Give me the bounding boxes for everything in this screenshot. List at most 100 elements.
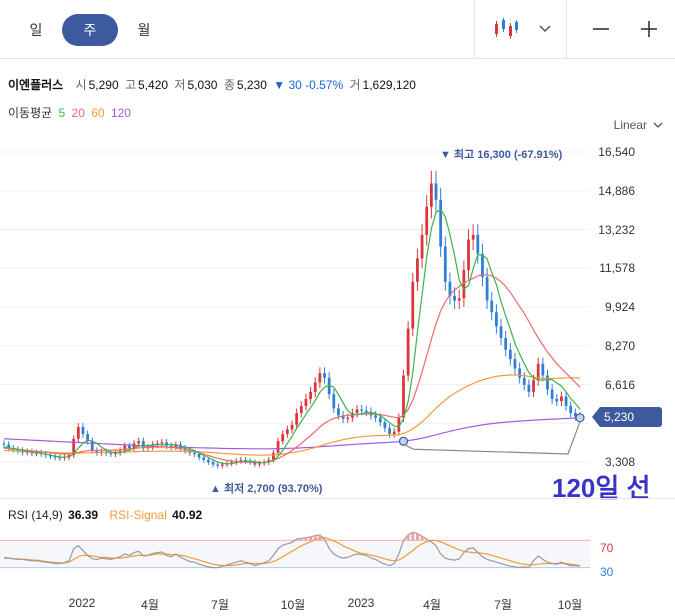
candle-body <box>494 312 498 327</box>
candle-body <box>434 183 438 200</box>
candle-body <box>508 349 512 360</box>
candle-body <box>239 459 243 462</box>
candle-body <box>160 442 164 444</box>
candle-body <box>211 462 215 465</box>
candle-body <box>392 431 396 435</box>
candle-body <box>285 429 289 435</box>
current-price-tag: 5,230 <box>592 407 662 427</box>
y-tick-label: 14,886 <box>598 183 635 198</box>
low-annotation: ▲ 최저 2,700 (93.70%) <box>210 483 323 495</box>
rsi-legend[interactable]: RSI (14,9) 36.39 RSI-Signal 40.92 <box>8 508 210 522</box>
candle-body <box>420 234 424 259</box>
x-tick-label: 4월 <box>141 598 159 612</box>
x-tick-label: 7월 <box>211 598 229 612</box>
candle-body <box>374 415 378 418</box>
candle-body <box>560 396 563 402</box>
candle-body <box>569 405 573 413</box>
candle-body <box>276 441 280 453</box>
candle-body <box>388 428 391 435</box>
candle-body <box>364 410 368 412</box>
candle-body <box>295 412 299 425</box>
candle-body <box>522 377 526 385</box>
candle-body <box>220 464 224 466</box>
candle-body <box>513 359 517 369</box>
candle-body <box>378 417 382 423</box>
candle-body <box>318 373 322 383</box>
y-tick-label: 13,232 <box>598 222 635 237</box>
candle-body <box>541 363 545 376</box>
candle-body <box>439 199 443 247</box>
ma20-line <box>3 274 581 464</box>
candle-body <box>281 434 285 442</box>
candle-body <box>137 441 141 444</box>
candle-body <box>550 389 554 399</box>
rsi-label: RSI <box>8 508 29 522</box>
y-tick-label: 11,578 <box>599 261 635 276</box>
candle-body <box>197 453 201 458</box>
candle-body <box>202 457 206 460</box>
candle-body <box>443 246 447 282</box>
price-chart[interactable] <box>0 0 675 616</box>
candle-body <box>429 183 433 207</box>
candle-body <box>193 452 196 454</box>
candle-body <box>2 443 6 445</box>
candle-body <box>360 409 364 411</box>
candle-body <box>304 398 308 406</box>
candle-body <box>406 328 410 376</box>
candle-body <box>546 375 549 390</box>
y-tick-label: 3,308 <box>604 455 635 469</box>
candle-body <box>481 253 484 278</box>
callout-connector <box>403 421 581 455</box>
panel-separator <box>0 498 675 499</box>
candle-body <box>309 391 312 399</box>
candle-body <box>128 445 131 449</box>
candle-body <box>76 427 80 439</box>
candle-body <box>471 234 475 240</box>
candle-body <box>555 398 559 402</box>
candle-body <box>216 464 220 466</box>
callout-label: 120일 선 <box>552 473 651 503</box>
x-tick-label: 7월 <box>494 598 512 612</box>
candle-body <box>258 463 261 465</box>
candle-body <box>290 424 294 430</box>
candle-body <box>81 427 85 435</box>
candle-body <box>383 422 387 429</box>
candle-body <box>416 258 419 282</box>
rsi-upper-label: 70 <box>600 541 614 555</box>
candle-body <box>457 298 461 301</box>
rsi-params: (14,9) <box>31 508 63 522</box>
candle-body <box>109 453 113 455</box>
ma120-marker <box>575 413 585 423</box>
candle-body <box>90 441 94 451</box>
candle-body <box>411 281 415 329</box>
candle-body <box>527 384 531 392</box>
candle-body <box>355 409 359 413</box>
x-tick-label: 4월 <box>423 598 441 612</box>
candle-body <box>564 396 568 406</box>
candle-body <box>476 234 480 254</box>
ma120-marker <box>398 436 409 446</box>
rsi-signal-label: RSI-Signal <box>109 508 167 522</box>
rsi-value: 36.39 <box>68 508 99 522</box>
y-tick-label: 6,616 <box>604 377 635 392</box>
high-annotation: ▼ 최고 16,300 (-67.91%) <box>440 149 563 161</box>
candle-body <box>313 382 317 392</box>
x-tick-label: 10월 <box>557 598 583 612</box>
candle-body <box>532 380 535 392</box>
rsi-lower-label: 30 <box>600 565 614 579</box>
rsi-signal-value: 40.92 <box>172 508 203 522</box>
y-tick-label: 8,270 <box>604 338 635 353</box>
x-tick-label: 2023 <box>347 596 375 610</box>
candle-body <box>453 295 456 301</box>
y-tick-label: 16,540 <box>598 145 635 159</box>
candle-body <box>499 326 503 339</box>
candle-body <box>402 375 405 418</box>
y-tick-label: 9,924 <box>604 300 635 314</box>
candle-body <box>425 206 429 235</box>
x-tick-label: 2022 <box>68 596 96 610</box>
candle-body <box>467 239 470 271</box>
candle-body <box>206 459 210 463</box>
candle-body <box>332 394 336 409</box>
candle-body <box>323 373 326 378</box>
candle-body <box>485 277 489 301</box>
